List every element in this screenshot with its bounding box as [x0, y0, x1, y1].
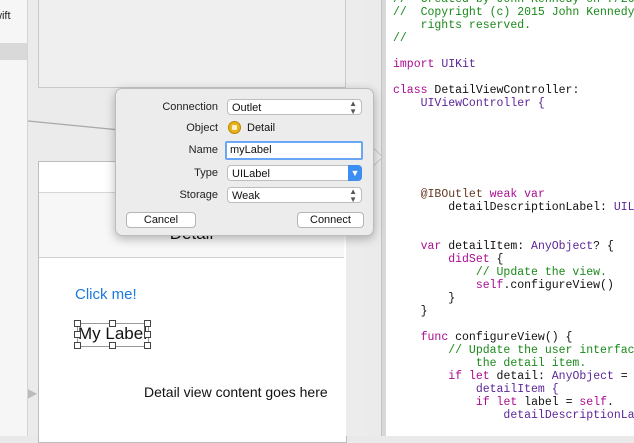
- master-scene: [38, 0, 346, 88]
- resize-handle[interactable]: [144, 320, 151, 327]
- stepper-chevron-icon: ▲ ▼: [349, 99, 357, 116]
- code-line[interactable]: detailDescriptionLabe: [393, 409, 634, 422]
- resize-handle[interactable]: [74, 331, 81, 338]
- code-line[interactable]: if let detail: AnyObject = sel: [393, 370, 634, 383]
- cancel-button[interactable]: Cancel: [126, 212, 196, 228]
- storage-label: Storage: [179, 189, 218, 201]
- chevron-down-icon[interactable]: ▼: [348, 165, 362, 181]
- resize-handle[interactable]: [144, 342, 151, 349]
- click-me-button[interactable]: Click me!: [75, 286, 137, 303]
- code-line[interactable]: if let label = self.: [393, 396, 614, 409]
- resize-handle[interactable]: [109, 320, 116, 327]
- storage-select[interactable]: Weak ▲ ▼: [227, 187, 362, 204]
- code-line[interactable]: // Copyright (c) 2015 John Kennedy.: [393, 6, 634, 19]
- detail-description-label[interactable]: Detail view content goes here: [144, 384, 328, 400]
- code-line[interactable]: var detailItem: AnyObject? {: [393, 240, 614, 253]
- code-line[interactable]: UIViewController {: [393, 97, 545, 110]
- type-combo[interactable]: UILabel ▼: [227, 165, 362, 181]
- view-controller-icon: [228, 121, 241, 134]
- name-input[interactable]: myLabel: [225, 141, 363, 160]
- code-line[interactable]: didSet {: [393, 253, 503, 266]
- connection-select[interactable]: Outlet ▲ ▼: [227, 99, 362, 116]
- object-value: Detail: [247, 122, 276, 134]
- code-line[interactable]: }: [393, 292, 455, 305]
- code-line[interactable]: rights reserved.: [393, 19, 531, 32]
- type-value: UILabel: [232, 168, 270, 180]
- resize-handle[interactable]: [74, 320, 81, 327]
- code-line[interactable]: @IBOutlet weak var: [393, 188, 545, 201]
- code-line[interactable]: self.configureView(): [393, 279, 614, 292]
- code-line[interactable]: // Update the view.: [393, 266, 607, 279]
- code-line[interactable]: detailDescriptionLabel: UILab: [393, 201, 634, 214]
- navigator-item[interactable]: wift: [0, 8, 27, 25]
- storage-value: Weak: [232, 190, 260, 202]
- code-line[interactable]: the detail item.: [393, 357, 586, 370]
- file-navigator: wift ft: [0, 0, 28, 436]
- resize-handle[interactable]: [74, 342, 81, 349]
- code-line[interactable]: import UIKit: [393, 58, 476, 71]
- code-line[interactable]: // Update the user interface: [393, 344, 634, 357]
- object-label: Object: [186, 122, 218, 134]
- navigator-item-selected[interactable]: [0, 43, 27, 60]
- code-line[interactable]: class DetailViewController:: [393, 84, 579, 97]
- resize-handle[interactable]: [144, 331, 151, 338]
- stepper-chevron-icon: ▲ ▼: [349, 187, 357, 204]
- navigator-item[interactable]: ft: [0, 25, 27, 42]
- code-line[interactable]: //: [393, 32, 407, 45]
- resize-handle[interactable]: [109, 342, 116, 349]
- connect-button[interactable]: Connect: [297, 212, 364, 228]
- segue-connection-line: [28, 120, 120, 131]
- my-label[interactable]: My Label: [78, 324, 147, 344]
- code-line[interactable]: func configureView() {: [393, 331, 573, 344]
- segue-arrow-icon: ▶: [28, 386, 38, 400]
- code-line[interactable]: }: [393, 305, 428, 318]
- code-editor[interactable]: // Created by John Kennedy on 7/26/// Co…: [386, 0, 634, 436]
- connection-label: Connection: [162, 101, 218, 113]
- code-line[interactable]: detailItem {: [393, 383, 559, 396]
- connection-popover: Connection Outlet ▲ ▼ Object Detail Name …: [115, 88, 374, 236]
- type-label: Type: [194, 167, 218, 179]
- connection-value: Outlet: [232, 102, 262, 114]
- name-label: Name: [188, 144, 218, 156]
